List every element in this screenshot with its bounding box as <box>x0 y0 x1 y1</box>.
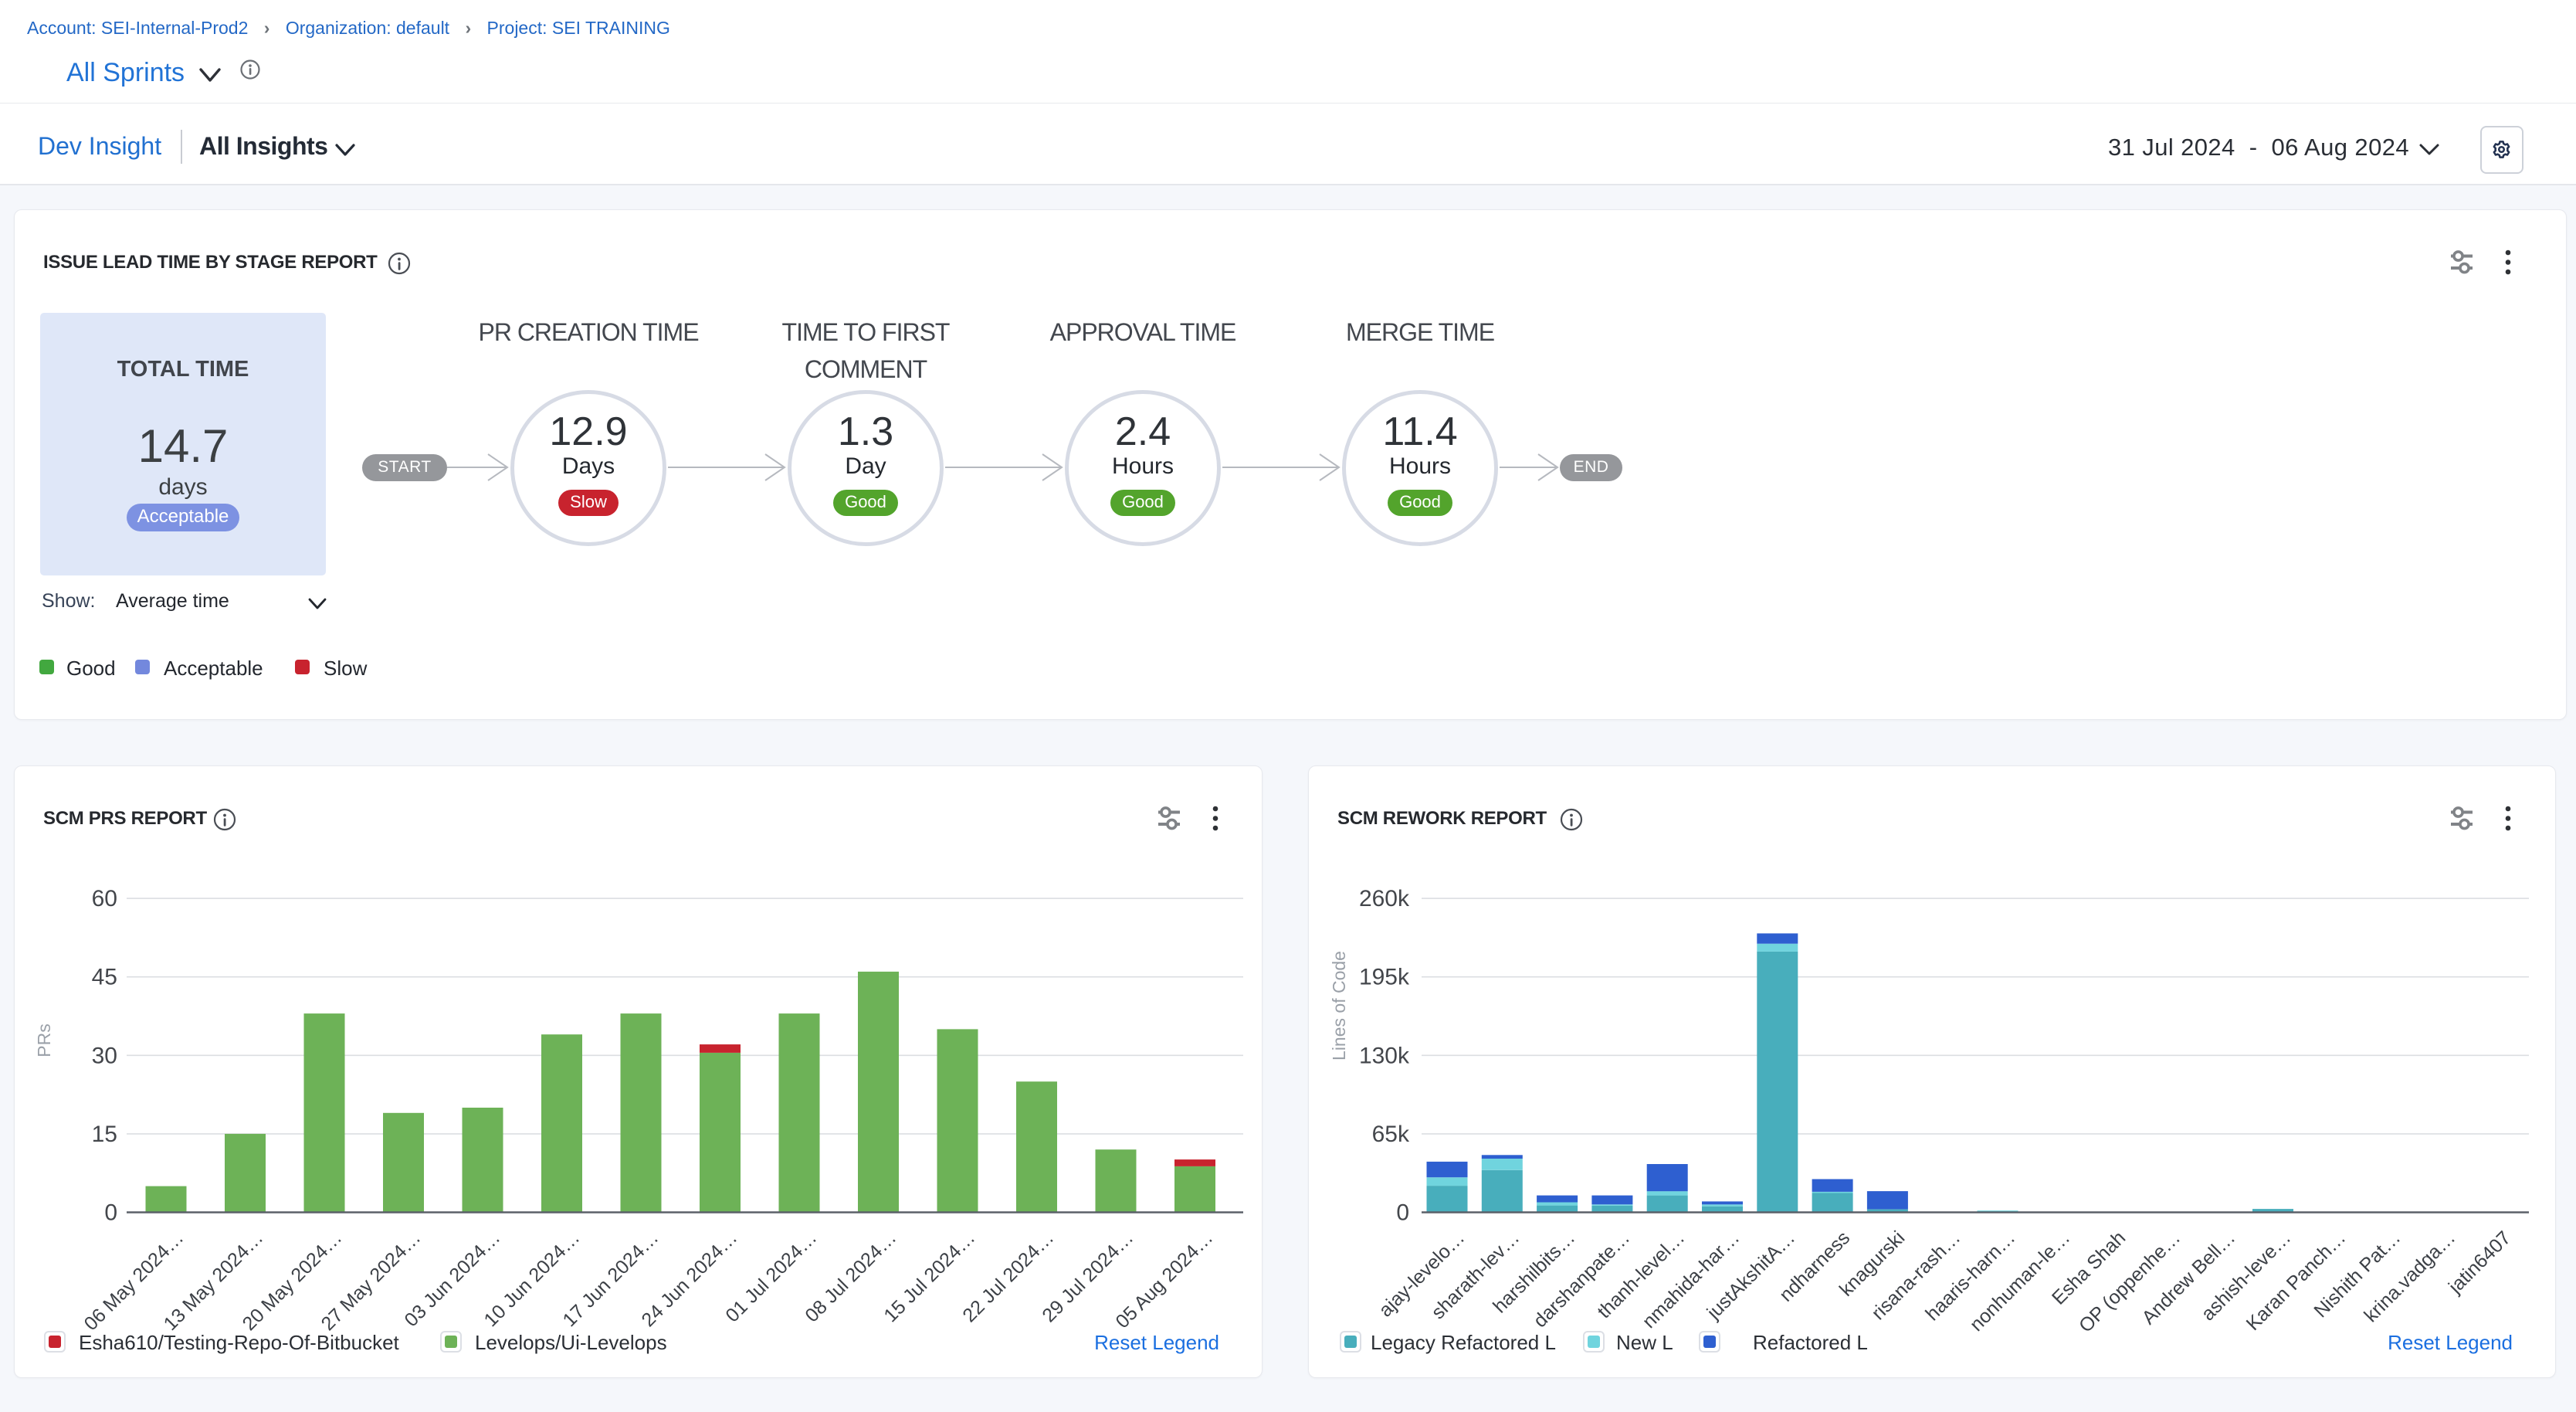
svg-text:Karan Panch…: Karan Panch… <box>2242 1227 2351 1335</box>
svg-text:60: 60 <box>92 886 117 911</box>
svg-text:130k: 130k <box>1359 1043 1410 1068</box>
svg-text:30: 30 <box>92 1043 117 1068</box>
svg-text:0: 0 <box>104 1200 117 1226</box>
svg-text:nmahida-har…: nmahida-har… <box>1639 1227 1744 1332</box>
svg-text:65k: 65k <box>1372 1122 1410 1147</box>
svg-text:195k: 195k <box>1359 965 1410 990</box>
svg-text:260k: 260k <box>1359 886 1410 911</box>
svg-text:45: 45 <box>92 965 117 990</box>
svg-text:PRs: PRs <box>34 1023 54 1057</box>
svg-text:nonhuman-le…: nonhuman-le… <box>1966 1227 2075 1336</box>
svg-text:darshanpate…: darshanpate… <box>1529 1227 1634 1332</box>
svg-text:Andrew Bell…: Andrew Bell… <box>2137 1227 2239 1329</box>
svg-text:0: 0 <box>1396 1200 1409 1226</box>
svg-text:Lines of Code: Lines of Code <box>1329 951 1349 1061</box>
svg-text:15: 15 <box>92 1122 117 1147</box>
